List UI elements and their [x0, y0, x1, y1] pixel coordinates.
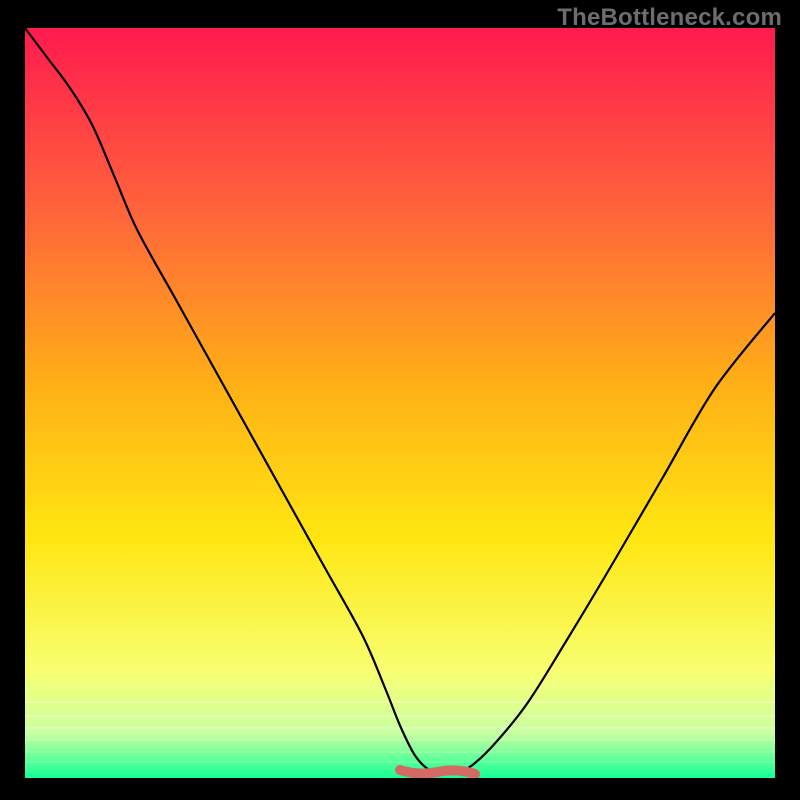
- bottleneck-chart: [25, 28, 775, 778]
- gradient-background: [25, 28, 775, 778]
- figure-frame: TheBottleneck.com: [0, 0, 800, 800]
- optimal-range-marker: [400, 770, 475, 774]
- chart-svg: [25, 28, 775, 778]
